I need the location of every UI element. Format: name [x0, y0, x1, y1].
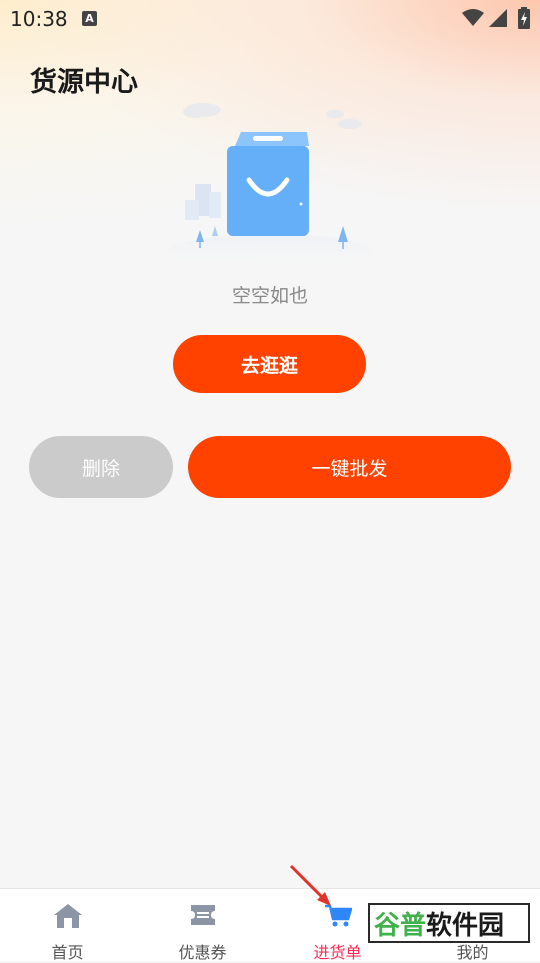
home-icon — [53, 904, 82, 928]
watermark-green-text: 谷普 — [374, 910, 427, 941]
nav-item-coupon[interactable]: 优惠券 — [135, 889, 270, 962]
nav-item-home[interactable]: 首页 — [0, 889, 135, 962]
notification-a-icon: A — [82, 11, 97, 26]
browse-button[interactable]: 去逛逛 — [173, 335, 366, 393]
empty-bag-illustration — [168, 103, 372, 270]
empty-state-message: 空空如也 — [231, 285, 308, 307]
batch-wholesale-button[interactable]: 一键批发 — [188, 436, 511, 498]
battery-icon — [518, 7, 530, 29]
coupon-icon — [190, 905, 215, 925]
nav-label-coupon: 优惠券 — [178, 943, 227, 962]
annotation-arrow-icon — [289, 864, 331, 906]
nav-label-home: 首页 — [51, 943, 84, 962]
status-bar: 10:38 A — [0, 0, 540, 38]
watermark-dark-text: 软件园 — [426, 910, 505, 941]
signal-icon — [489, 9, 507, 27]
page-title: 货源中心 — [30, 67, 138, 98]
wifi-icon — [462, 9, 484, 26]
delete-button[interactable]: 删除 — [29, 436, 173, 498]
status-time: 10:38 — [10, 7, 68, 31]
watermark-logo: 谷普 软件园 — [368, 903, 530, 943]
